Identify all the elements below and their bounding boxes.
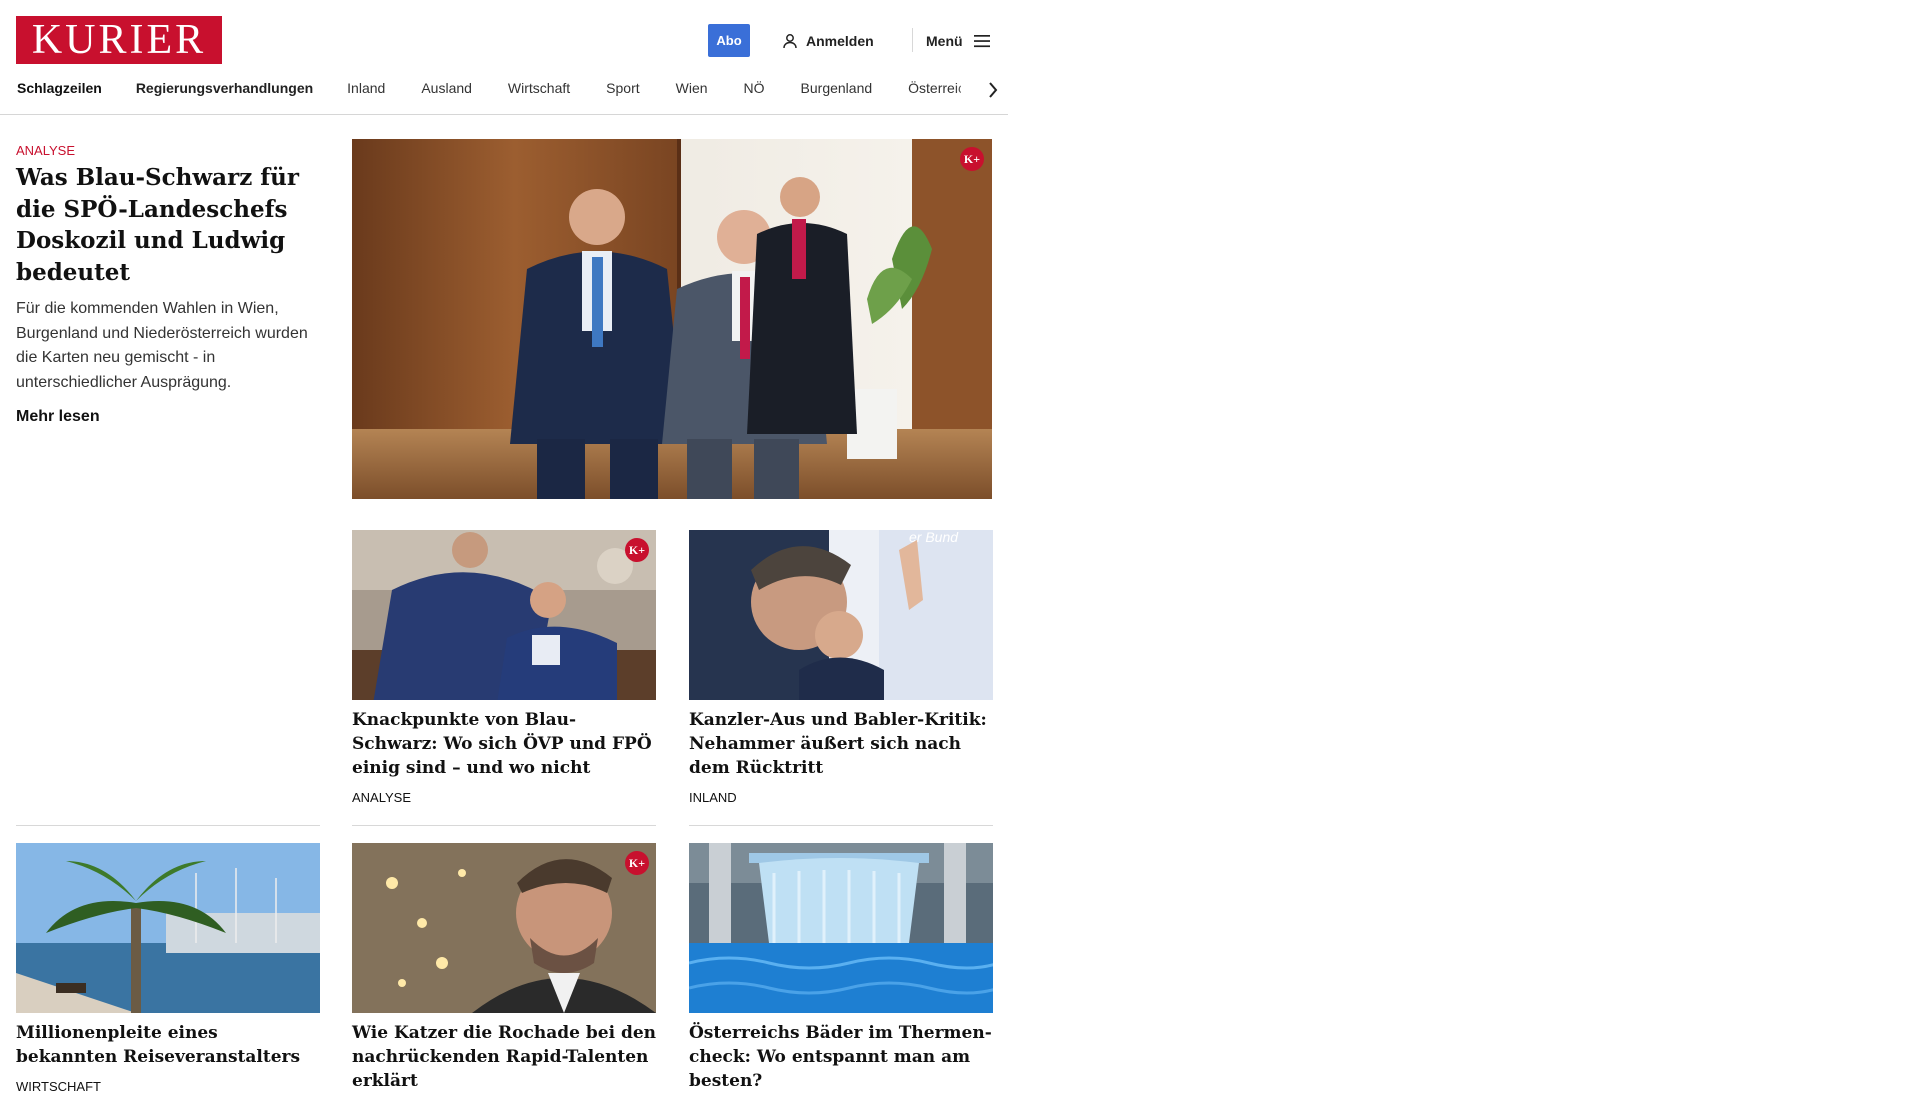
article-photo: er Bund [689, 530, 993, 700]
article-photo [16, 843, 320, 1013]
article-section[interactable]: INLAND [689, 790, 993, 805]
lead-photo [352, 139, 992, 499]
user-icon [783, 33, 797, 48]
chevron-right-icon [989, 82, 998, 98]
nav-item-noe[interactable]: NÖ [744, 80, 765, 96]
menu-label: Menü [926, 32, 963, 49]
article-photo [689, 843, 993, 1013]
premium-badge: K+ [625, 538, 649, 562]
article-section[interactable]: WIRTSCHAFT [16, 1079, 320, 1094]
lead-headline[interactable]: Was Blau-Schwarz für die SPÖ-Landeschefs… [16, 162, 320, 288]
article-card[interactable]: er Bund Kanzler-Aus und Babler-Kritik: N… [689, 530, 993, 805]
logo-text: KURIER [31, 17, 207, 63]
lead-image[interactable]: K+ [352, 139, 992, 499]
article-headline[interactable]: Österreichs Bäder im Thermen-check: Wo e… [689, 1021, 993, 1093]
read-more-link[interactable]: Mehr lesen [16, 408, 100, 426]
article-card[interactable]: Millionenpleite eines bekannten Reisever… [16, 843, 320, 1094]
nav-scroll-right-button[interactable] [955, 78, 999, 102]
divider-line [689, 825, 993, 826]
divider-line [352, 825, 656, 826]
premium-badge: K+ [960, 147, 984, 171]
article-card[interactable]: Österreichs Bäder im Thermen-check: Wo e… [689, 843, 993, 1093]
article-headline[interactable]: Wie Katzer die Rochade bei den nachrücke… [352, 1021, 656, 1093]
nav-item-oesterreich[interactable]: Österreich [908, 80, 961, 96]
article-headline[interactable]: Kanzler-Aus und Babler-Kritik: Ne­hammer… [689, 708, 993, 780]
section-nav: Schlagzeilen Regierungsverhandlungen Inl… [0, 74, 1008, 115]
article-image[interactable] [16, 843, 320, 1013]
lead-teaser: Für die kommenden Wahlen in Wien, Burgen… [16, 300, 308, 391]
article-card[interactable]: K+ Wie Katzer die Rochade bei den nachrü… [352, 843, 656, 1093]
article-image[interactable]: K+ [352, 843, 656, 1013]
article-card[interactable]: K+ Knackpunkte von Blau-Schwarz: Wo sich… [352, 530, 656, 805]
nav-item-inland[interactable]: Inland [347, 80, 385, 96]
article-image[interactable]: K+ [352, 530, 656, 700]
nav-item-wirtschaft[interactable]: Wirtschaft [508, 80, 570, 96]
hamburger-icon [973, 34, 990, 47]
menu-button[interactable]: Menü [926, 24, 991, 57]
article-photo [352, 530, 656, 700]
page: KURIER Abo Anmelden Menü Schlagzeilen Re… [0, 0, 1014, 1094]
premium-badge: K+ [625, 851, 649, 875]
article-image[interactable]: er Bund [689, 530, 993, 700]
article-headline[interactable]: Millionenpleite eines bekannten Reisever… [16, 1021, 320, 1069]
article-image[interactable] [689, 843, 993, 1013]
lead-kicker[interactable]: ANALYSE [16, 143, 75, 158]
login-label: Anmelden [806, 32, 874, 49]
nav-item-ausland[interactable]: Ausland [421, 80, 472, 96]
nav-item-burgenland[interactable]: Burgenland [801, 80, 873, 96]
article-headline[interactable]: Knackpunkte von Blau-Schwarz: Wo sich ÖV… [352, 708, 656, 780]
header-divider [912, 28, 913, 52]
divider-line [16, 825, 320, 826]
kurier-logo[interactable]: KURIER [16, 16, 222, 64]
abo-button[interactable]: Abo [708, 24, 750, 57]
nav-item-schlagzeilen[interactable]: Schlagzeilen [17, 80, 102, 96]
nav-item-sport[interactable]: Sport [606, 80, 639, 96]
nav-item-regierungsverhandlungen[interactable]: Regierungsverhandlungen [136, 80, 313, 96]
login-button[interactable]: Anmelden [782, 24, 874, 57]
section-nav-list: Schlagzeilen Regierungsverhandlungen Inl… [17, 74, 961, 102]
nav-item-wien[interactable]: Wien [676, 80, 708, 96]
article-photo [352, 843, 656, 1013]
article-section[interactable]: ANALYSE [352, 790, 656, 805]
